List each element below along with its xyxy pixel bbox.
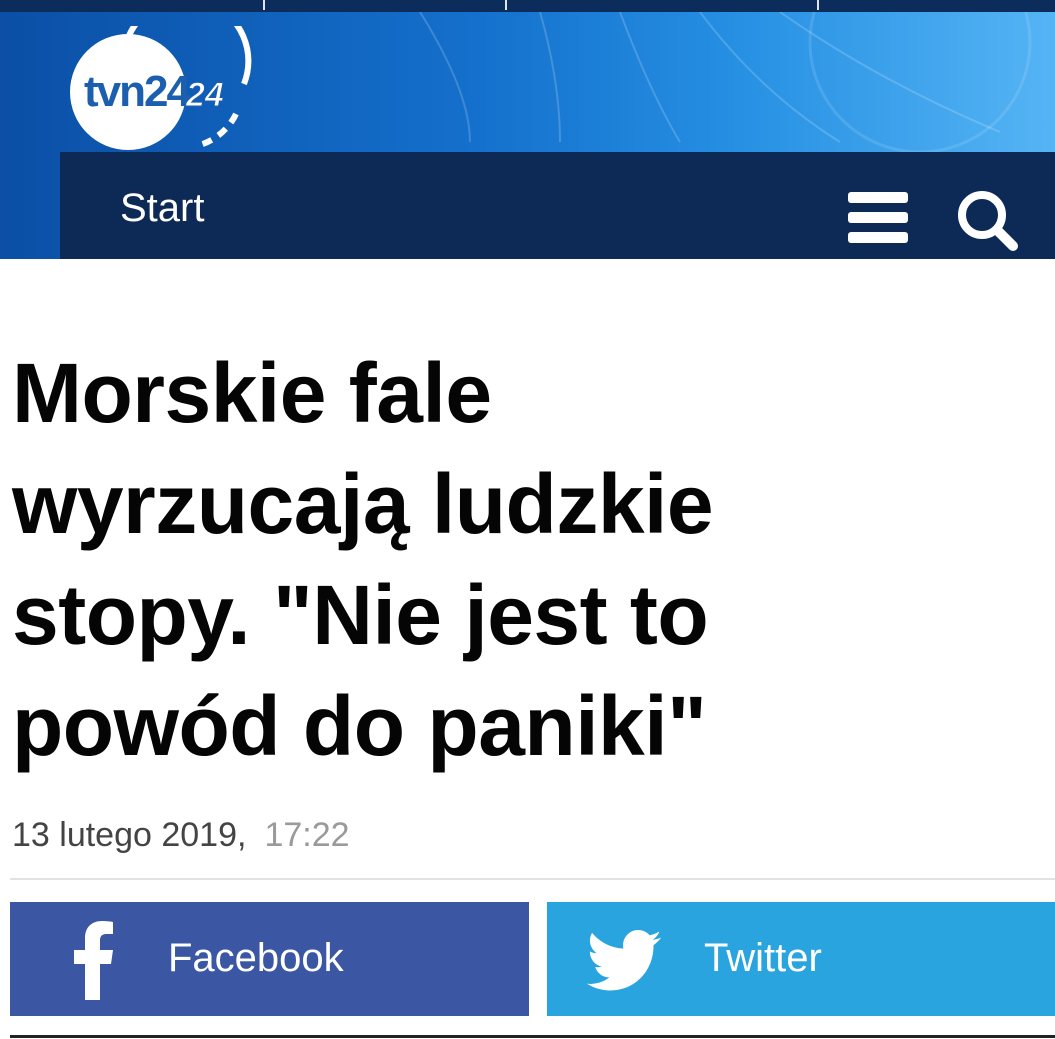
twitter-bird-icon (586, 930, 662, 991)
headline-line: powód do paniki" (12, 679, 707, 773)
headline-line: stopy. "Nie jest to (12, 568, 709, 662)
divider (10, 878, 1055, 880)
twitter-label: Twitter (704, 936, 822, 980)
top-strip (0, 0, 1055, 12)
svg-text:tvn24: tvn24 (84, 67, 191, 116)
menu-button[interactable] (848, 190, 910, 246)
nav-bar: Start (60, 152, 1055, 259)
headline-line: wyrzucają ludzkie (12, 457, 714, 551)
tvn24-logo[interactable]: tvn24 24 (66, 26, 266, 156)
facebook-label: Facebook (168, 936, 344, 980)
article-time: 17:22 (264, 816, 350, 854)
top-strip-divider (505, 0, 507, 10)
top-strip-divider (817, 0, 819, 10)
article-meta: 13 lutego 2019, 17:22 (12, 816, 350, 855)
headline-line: Morskie fale (12, 346, 492, 440)
twitter-share-button[interactable]: Twitter (547, 902, 1055, 1016)
facebook-icon (74, 921, 113, 1000)
top-strip-divider (263, 0, 265, 10)
facebook-share-button[interactable]: Facebook (10, 902, 529, 1016)
divider (10, 1035, 1055, 1038)
hamburger-menu-icon (848, 192, 908, 243)
article-date: 13 lutego 2019, (12, 816, 247, 854)
nav-start-link[interactable]: Start (120, 186, 204, 231)
header-banner: tvn24 24 Start (0, 12, 1055, 259)
search-button[interactable] (955, 188, 1019, 252)
article-headline: Morskie fale wyrzucają ludzkie stopy. "N… (12, 338, 1042, 782)
search-icon (958, 191, 1018, 251)
svg-text:24: 24 (185, 76, 224, 114)
